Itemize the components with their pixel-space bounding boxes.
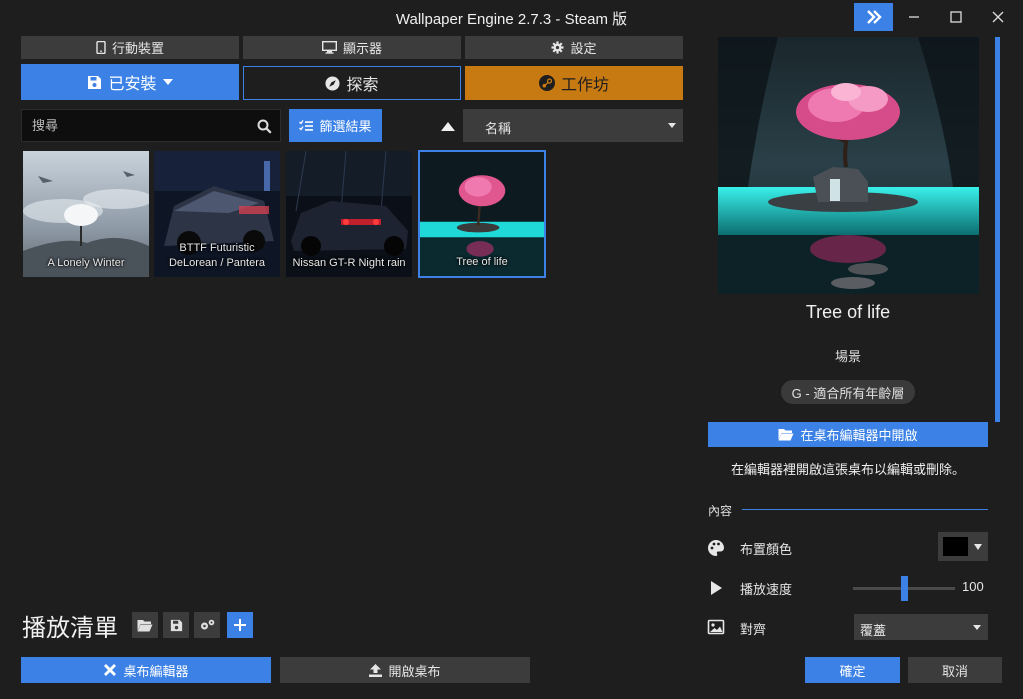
display-label: 顯示器 — [342, 41, 382, 56]
cancel-button[interactable]: 取消 — [908, 657, 1002, 683]
filter-results-button[interactable]: 篩選結果 — [289, 109, 382, 142]
wallpaper-title: BTTF Futuristic DeLorean / Pantera — [168, 242, 265, 269]
search-icon[interactable] — [257, 119, 272, 134]
tools-icon — [104, 664, 117, 676]
steam-icon — [538, 75, 555, 91]
wallpaper-title: Tree of life — [456, 256, 508, 268]
maximize-icon — [950, 11, 962, 23]
search-box — [21, 109, 281, 142]
age-rating-badge: G - 適合所有年齡層 — [781, 380, 915, 404]
color-swatch — [943, 537, 968, 556]
filter-list-icon — [299, 119, 314, 131]
alignment-value: 覆蓋 — [860, 623, 887, 638]
properties-section-label: 內容 — [708, 504, 733, 518]
playback-speed-slider-handle[interactable] — [900, 576, 908, 601]
gears-icon — [200, 619, 214, 630]
phone-icon — [96, 41, 106, 54]
minimize-button[interactable] — [896, 3, 932, 31]
wallpaper-tile[interactable]: BTTF Futuristic DeLorean / Pantera — [153, 150, 281, 278]
minimize-icon — [909, 16, 919, 18]
scheme-color-label: 布置顏色 — [740, 542, 793, 557]
filter-results-label: 篩選結果 — [319, 119, 372, 134]
tab-installed-label: 已安裝 — [108, 76, 157, 93]
playlist-label: 播放清單 — [22, 615, 118, 642]
search-input[interactable] — [32, 110, 252, 141]
editor-hint-text: 在編輯器裡開啟這張桌布以編輯或刪除。 — [730, 462, 965, 477]
sort-by-select[interactable]: 名稱 — [463, 109, 683, 142]
tab-discover-label: 探索 — [346, 77, 379, 94]
wallpaper-tile-selected[interactable]: Tree of life — [418, 150, 546, 278]
caret-down-icon — [973, 625, 981, 630]
palette-icon — [708, 540, 724, 556]
preview-image — [718, 37, 979, 294]
folder-open-icon — [778, 429, 794, 441]
wallpaper-title: A Lonely Winter — [47, 257, 125, 269]
close-icon — [992, 11, 1004, 23]
open-in-editor-button[interactable]: 在桌布編輯器中開啟 — [708, 422, 988, 447]
alignment-label: 對齊 — [740, 622, 767, 637]
folder-open-icon — [137, 619, 153, 631]
save-icon — [170, 619, 182, 631]
plus-icon — [234, 619, 246, 631]
playlist-load-button[interactable] — [132, 612, 158, 638]
close-button[interactable] — [980, 3, 1016, 31]
double-chevron-right-icon — [866, 10, 882, 24]
wallpaper-title: Nissan GT-R Night rain — [292, 257, 406, 269]
playback-speed-label: 播放速度 — [740, 582, 793, 597]
monitor-icon — [321, 41, 337, 54]
tab-discover[interactable]: 探索 — [243, 66, 461, 100]
playback-speed-value: 100 — [962, 579, 984, 594]
ok-button[interactable]: 確定 — [805, 657, 900, 683]
wallpaper-tile[interactable]: A Lonely Winter — [22, 150, 150, 278]
playlist-settings-button[interactable] — [194, 612, 220, 638]
open-wallpaper-label: 開啟桌布 — [388, 663, 441, 679]
open-wallpaper-button[interactable]: 開啟桌布 — [280, 657, 530, 683]
upload-icon — [369, 663, 383, 677]
gear-icon — [551, 41, 565, 54]
caret-up-icon — [441, 121, 455, 131]
wallpaper-editor-button[interactable]: 桌布編輯器 — [21, 657, 271, 683]
tab-installed[interactable]: 已安裝 — [21, 64, 239, 100]
display-button[interactable]: 顯示器 — [243, 36, 461, 59]
scheme-color-picker[interactable] — [938, 532, 988, 561]
alignment-select[interactable]: 覆蓋 — [854, 614, 988, 640]
playlist-add-button[interactable] — [227, 612, 253, 638]
settings-button[interactable]: 設定 — [465, 36, 683, 59]
tab-workshop[interactable]: 工作坊 — [465, 66, 683, 100]
open-in-editor-label: 在桌布編輯器中開啟 — [800, 428, 918, 443]
mobile-device-button[interactable]: 行動裝置 — [21, 36, 239, 59]
maximize-button[interactable] — [938, 3, 974, 31]
save-icon — [88, 75, 102, 89]
caret-down-icon — [974, 544, 982, 550]
wallpaper-tile[interactable]: Nissan GT-R Night rain — [285, 150, 413, 278]
details-scrollbar[interactable] — [995, 37, 1000, 422]
play-icon — [711, 581, 722, 595]
wallpaper-preview — [718, 37, 979, 294]
caret-down-icon — [162, 78, 173, 85]
tab-workshop-label: 工作坊 — [560, 77, 609, 94]
sort-direction-button[interactable] — [438, 118, 458, 134]
caret-down-icon — [668, 123, 676, 128]
playlist-save-button[interactable] — [163, 612, 189, 638]
wallpaper-editor-label: 桌布編輯器 — [123, 663, 189, 679]
section-divider — [742, 509, 988, 510]
settings-label: 設定 — [570, 41, 597, 56]
sort-by-value: 名稱 — [485, 121, 512, 136]
compass-icon — [325, 75, 341, 91]
image-icon — [707, 619, 725, 635]
mobile-device-label: 行動裝置 — [111, 41, 164, 56]
expand-panel-button[interactable] — [854, 3, 893, 31]
wallpaper-detail-title: Tree of life — [805, 302, 891, 322]
wallpaper-type: 場景 — [834, 349, 861, 364]
